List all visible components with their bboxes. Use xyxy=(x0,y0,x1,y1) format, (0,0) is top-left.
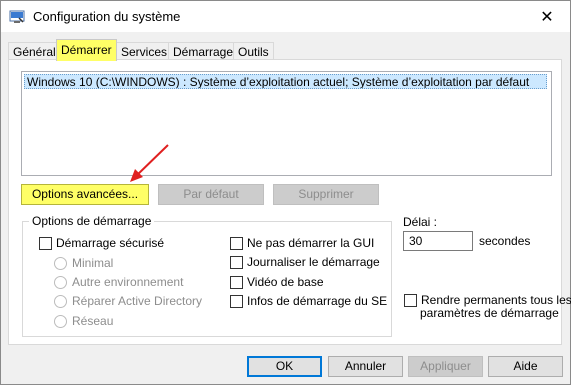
safe-boot-checkbox[interactable]: Démarrage sécurisé xyxy=(39,236,164,250)
radio-minimal[interactable]: Minimal xyxy=(54,256,113,270)
radio-network[interactable]: Réseau xyxy=(54,314,113,328)
timeout-label: Délai : xyxy=(403,215,438,229)
checkbox-box[interactable] xyxy=(404,293,417,307)
checkbox-box[interactable] xyxy=(230,275,243,289)
checkbox-box[interactable] xyxy=(230,236,243,250)
system-config-window: Configuration du système ✕ Général Démar… xyxy=(0,0,571,385)
make-permanent-checkbox[interactable]: Rendre permanents tous les xyxy=(404,293,571,307)
radio-network-label: Réseau xyxy=(72,314,114,328)
make-permanent-label-line2: paramètres de démarrage xyxy=(420,306,559,320)
ok-button[interactable]: OK xyxy=(247,356,322,377)
radio-dot[interactable] xyxy=(54,275,67,289)
set-default-button[interactable]: Par défaut xyxy=(158,184,264,205)
apply-button[interactable]: Appliquer xyxy=(408,356,483,377)
safe-boot-label: Démarrage sécurisé xyxy=(56,236,165,250)
help-button[interactable]: Aide xyxy=(488,356,563,377)
checkbox-box[interactable] xyxy=(230,255,243,269)
window-title: Configuration du système xyxy=(33,9,181,24)
close-icon: ✕ xyxy=(540,8,554,26)
cancel-button[interactable]: Annuler xyxy=(328,356,403,377)
advanced-options-button[interactable]: Options avancées... xyxy=(21,184,149,205)
timeout-unit-label: secondes xyxy=(479,234,531,248)
checkbox-box[interactable] xyxy=(230,294,243,308)
radio-minimal-label: Minimal xyxy=(72,256,114,270)
boot-options-label: Options de démarrage xyxy=(29,214,155,228)
radio-dot[interactable] xyxy=(54,294,67,308)
os-boot-info-label: Infos de démarrage du SE xyxy=(247,294,388,308)
boot-log-label: Journaliser le démarrage xyxy=(247,255,380,269)
no-gui-checkbox[interactable]: Ne pas démarrer la GUI xyxy=(230,236,374,250)
os-boot-info-checkbox[interactable]: Infos de démarrage du SE xyxy=(230,294,387,308)
close-button[interactable]: ✕ xyxy=(524,1,570,32)
boot-log-checkbox[interactable]: Journaliser le démarrage xyxy=(230,255,380,269)
radio-repair-ad-label: Réparer Active Directory xyxy=(72,294,203,308)
radio-dot[interactable] xyxy=(54,314,67,328)
boot-entry-list[interactable]: Windows 10 (C:\WINDOWS) : Système d’expl… xyxy=(21,71,552,176)
radio-dot[interactable] xyxy=(54,256,67,270)
no-gui-label: Ne pas démarrer la GUI xyxy=(247,236,375,250)
base-video-label: Vidéo de base xyxy=(247,275,324,289)
radio-alternate-shell-label: Autre environnement xyxy=(72,275,184,289)
base-video-checkbox[interactable]: Vidéo de base xyxy=(230,275,324,289)
delete-button[interactable]: Supprimer xyxy=(273,184,379,205)
tab-boot[interactable]: Démarrer xyxy=(56,39,117,61)
msconfig-app-icon xyxy=(9,10,25,23)
radio-repair-ad[interactable]: Réparer Active Directory xyxy=(54,294,202,308)
timeout-input[interactable]: 30 xyxy=(403,231,473,251)
radio-alternate-shell[interactable]: Autre environnement xyxy=(54,275,183,289)
checkbox-box[interactable] xyxy=(39,236,52,250)
make-permanent-label-line1: Rendre permanents tous les xyxy=(421,293,571,307)
title-bar: Configuration du système ✕ xyxy=(1,1,570,32)
boot-entry-row[interactable]: Windows 10 (C:\WINDOWS) : Système d’expl… xyxy=(24,74,547,89)
